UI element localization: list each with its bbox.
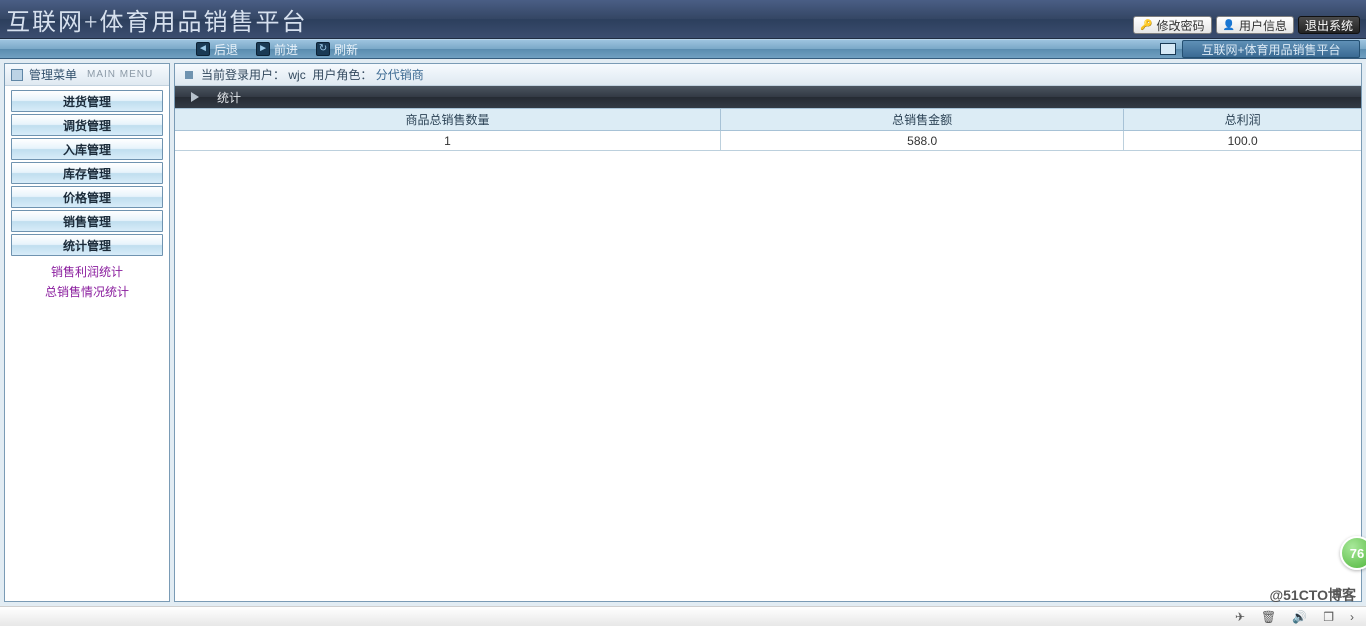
active-tab-label: 互联网+体育用品销售平台 bbox=[1201, 41, 1340, 58]
current-user: 当前登录用户： wjc 用户角色： 分代销商 bbox=[201, 66, 424, 83]
main-header: 当前登录用户： wjc 用户角色： 分代销商 bbox=[175, 64, 1361, 86]
sublink-profit-stats[interactable]: 销售利润统计 bbox=[11, 262, 163, 282]
table-header-row: 商品总销售数量 总销售金额 总利润 bbox=[175, 109, 1361, 131]
user-icon: 👤 bbox=[1223, 20, 1235, 31]
badge-value: 76 bbox=[1350, 546, 1364, 561]
sidebar-item-stats[interactable]: 统计管理 bbox=[11, 234, 163, 256]
logout-label: 退出系统 bbox=[1305, 17, 1353, 34]
change-password-label: 修改密码 bbox=[1157, 17, 1205, 34]
section-title: 统计 bbox=[217, 89, 241, 106]
col-total-amount: 总销售金额 bbox=[721, 109, 1124, 131]
tray-expand-icon[interactable]: › bbox=[1350, 610, 1354, 624]
arrow-left-icon: ◄ bbox=[196, 42, 210, 56]
toolbar: ◄ 后退 ► 前进 ↻ 刷新 互联网+体育用品销售平台 bbox=[0, 39, 1366, 59]
sidebar-item-label: 库存管理 bbox=[63, 165, 111, 182]
change-password-button[interactable]: 🔑 修改密码 bbox=[1133, 16, 1211, 34]
sidebar-item-inventory[interactable]: 库存管理 bbox=[11, 162, 163, 184]
floating-badge[interactable]: 76 bbox=[1340, 536, 1366, 570]
sidebar: 管理菜单 MAIN MENU 进货管理 调货管理 入库管理 库存管理 价格管理 … bbox=[4, 63, 170, 602]
forward-button[interactable]: ► 前进 bbox=[256, 41, 298, 58]
app-title: 互联网+体育用品销售平台 bbox=[0, 2, 308, 37]
refresh-label: 刷新 bbox=[334, 41, 358, 58]
col-total-profit: 总利润 bbox=[1124, 109, 1361, 131]
key-icon: 🔑 bbox=[1140, 20, 1152, 31]
sidebar-title: 管理菜单 bbox=[29, 66, 77, 83]
sidebar-item-label: 价格管理 bbox=[63, 189, 111, 206]
col-total-qty: 商品总销售数量 bbox=[175, 109, 721, 131]
table-row: 1 588.0 100.0 bbox=[175, 131, 1361, 151]
menu-icon bbox=[11, 69, 23, 81]
menu-list: 进货管理 调货管理 入库管理 库存管理 价格管理 销售管理 统计管理 销售利润统… bbox=[5, 86, 169, 302]
bullet-icon bbox=[185, 71, 193, 79]
play-icon bbox=[191, 92, 199, 102]
sidebar-item-label: 统计管理 bbox=[63, 237, 111, 254]
section-band: 统计 bbox=[175, 86, 1361, 108]
logout-button[interactable]: 退出系统 bbox=[1298, 16, 1360, 34]
sidebar-sublinks: 销售利润统计 总销售情况统计 bbox=[11, 256, 163, 302]
sidebar-header: 管理菜单 MAIN MENU bbox=[5, 64, 169, 86]
workspace: 管理菜单 MAIN MENU 进货管理 调货管理 入库管理 库存管理 价格管理 … bbox=[0, 59, 1366, 606]
header-actions: 🔑 修改密码 👤 用户信息 退出系统 bbox=[1133, 16, 1360, 34]
sidebar-item-price[interactable]: 价格管理 bbox=[11, 186, 163, 208]
sidebar-item-label: 销售管理 bbox=[63, 213, 111, 230]
cell-total-profit: 100.0 bbox=[1124, 131, 1361, 151]
sidebar-subtitle: MAIN MENU bbox=[87, 69, 153, 80]
tray-trash-icon[interactable]: 🗑 bbox=[1261, 610, 1276, 624]
refresh-button[interactable]: ↻ 刷新 bbox=[316, 41, 358, 58]
tray-rocket-icon[interactable]: ✈ bbox=[1235, 610, 1245, 624]
sublink-total-sales-stats[interactable]: 总销售情况统计 bbox=[11, 282, 163, 302]
system-tray: ✈ 🗑 🔊 ❐ › bbox=[0, 606, 1366, 626]
forward-label: 前进 bbox=[274, 41, 298, 58]
sidebar-item-sales[interactable]: 销售管理 bbox=[11, 210, 163, 232]
back-label: 后退 bbox=[214, 41, 238, 58]
toolbar-right: 互联网+体育用品销售平台 bbox=[1160, 40, 1360, 58]
arrow-right-icon: ► bbox=[256, 42, 270, 56]
sidebar-item-label: 进货管理 bbox=[63, 93, 111, 110]
monitor-icon bbox=[1160, 43, 1176, 55]
sidebar-item-purchase[interactable]: 进货管理 bbox=[11, 90, 163, 112]
user-role: 分代销商 bbox=[376, 68, 424, 82]
username: wjc bbox=[288, 68, 305, 82]
stats-table: 商品总销售数量 总销售金额 总利润 1 588.0 100.0 bbox=[175, 108, 1361, 151]
user-info-button[interactable]: 👤 用户信息 bbox=[1216, 16, 1294, 34]
tray-sound-icon[interactable]: 🔊 bbox=[1292, 610, 1307, 624]
sidebar-item-label: 入库管理 bbox=[63, 141, 111, 158]
sidebar-item-label: 调货管理 bbox=[63, 117, 111, 134]
role-prefix: 用户角色： bbox=[312, 68, 372, 82]
login-prefix: 当前登录用户： bbox=[201, 68, 285, 82]
user-info-label: 用户信息 bbox=[1239, 17, 1287, 34]
active-tab[interactable]: 互联网+体育用品销售平台 bbox=[1182, 40, 1360, 58]
cell-total-qty: 1 bbox=[175, 131, 721, 151]
cell-total-amount: 588.0 bbox=[721, 131, 1124, 151]
title-bar: 互联网+体育用品销售平台 🔑 修改密码 👤 用户信息 退出系统 bbox=[0, 0, 1366, 39]
back-button[interactable]: ◄ 后退 bbox=[196, 41, 238, 58]
nav-group: ◄ 后退 ► 前进 ↻ 刷新 bbox=[0, 41, 358, 58]
main-panel: 当前登录用户： wjc 用户角色： 分代销商 统计 商品总销售数量 总销售金额 … bbox=[174, 63, 1362, 602]
tray-copy-icon[interactable]: ❐ bbox=[1323, 610, 1334, 624]
sidebar-item-inbound[interactable]: 入库管理 bbox=[11, 138, 163, 160]
sidebar-item-transfer[interactable]: 调货管理 bbox=[11, 114, 163, 136]
refresh-icon: ↻ bbox=[316, 42, 330, 56]
